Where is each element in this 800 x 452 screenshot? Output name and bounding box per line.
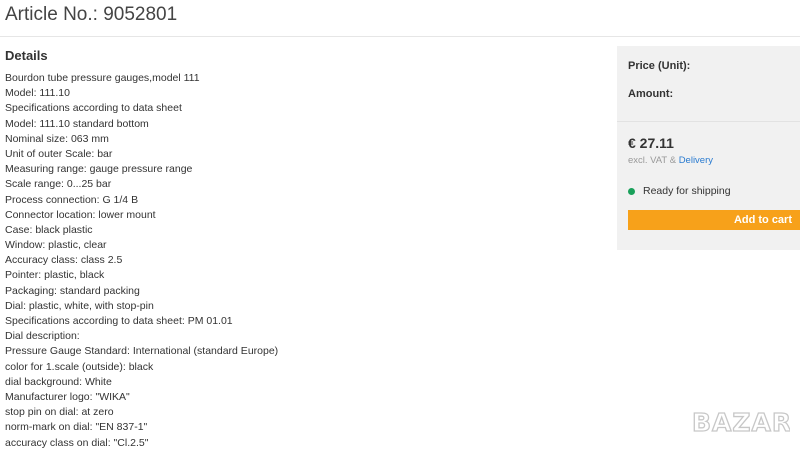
detail-line: Scale range: 0...25 bar <box>5 178 112 191</box>
page-header: Article No.: 9052801 <box>0 0 800 37</box>
detail-line: Specifications according to data sheet <box>5 102 182 115</box>
detail-line: Process connection: G 1/4 B <box>5 193 139 206</box>
detail-line: Case: black plastic <box>5 223 93 236</box>
detail-line: Bourdon tube pressure gauges,model 111 <box>5 72 200 84</box>
status-dot-icon <box>628 187 635 195</box>
price-unit-label: Price (Unit): <box>628 60 691 72</box>
shipping-status: Ready for shipping <box>628 185 731 197</box>
delivery-link[interactable]: Delivery <box>679 155 713 166</box>
bazar-watermark-logo: BAZAR <box>690 404 791 440</box>
article-title: Article No.: 9052801 <box>5 4 178 25</box>
price-value: € 27.11 <box>628 135 674 151</box>
detail-line: norm-mark on dial: "EN 837-1" <box>5 421 148 434</box>
detail-line: Manufacturer logo: "WIKA" <box>5 390 130 403</box>
detail-line: accuracy class on dial: "Cl.2.5" <box>5 436 149 449</box>
amount-label: Amount: <box>628 88 674 100</box>
detail-line: Specifications according to data sheet: … <box>5 315 233 327</box>
detail-line: Model: 111.10 <box>5 87 70 100</box>
detail-line: color for 1.scale (outside): black <box>5 360 154 373</box>
price-note: excl. VAT & Delivery <box>628 155 713 166</box>
svg-text:BAZAR: BAZAR <box>692 408 790 437</box>
detail-line: Unit of outer Scale: bar <box>5 147 113 160</box>
add-to-cart-button[interactable]: Add to cart <box>628 210 800 230</box>
vat-note: excl. VAT & <box>628 155 677 166</box>
details-list: Bourdon tube pressure gauges,model 111 Mo… <box>5 71 278 451</box>
detail-line: stop pin on dial: at zero <box>5 406 114 419</box>
detail-line: Window: plastic, clear <box>5 239 107 252</box>
detail-line: Dial: plastic, white, with stop-pin <box>5 299 154 312</box>
price-divider <box>617 121 800 122</box>
shipping-status-text: Ready for shipping <box>643 185 731 197</box>
detail-line: Model: 111.10 standard bottom <box>5 117 149 130</box>
detail-line: Pointer: plastic, black <box>5 269 105 282</box>
detail-line: dial background: White <box>5 375 112 388</box>
detail-line: Pressure Gauge Standard: International (… <box>5 345 279 358</box>
detail-line: Connector location: lower mount <box>5 208 156 221</box>
detail-line: Measuring range: gauge pressure range <box>5 163 193 176</box>
detail-line: Dial description: <box>5 330 80 343</box>
detail-line: Nominal size: 063 mm <box>5 132 109 145</box>
details-heading: Details <box>5 48 48 63</box>
detail-line: Accuracy class: class 2.5 <box>5 254 123 267</box>
detail-line: Packaging: standard packing <box>5 284 140 297</box>
price-box: Price (Unit): Amount: € 27.11 excl. VAT … <box>617 46 800 250</box>
